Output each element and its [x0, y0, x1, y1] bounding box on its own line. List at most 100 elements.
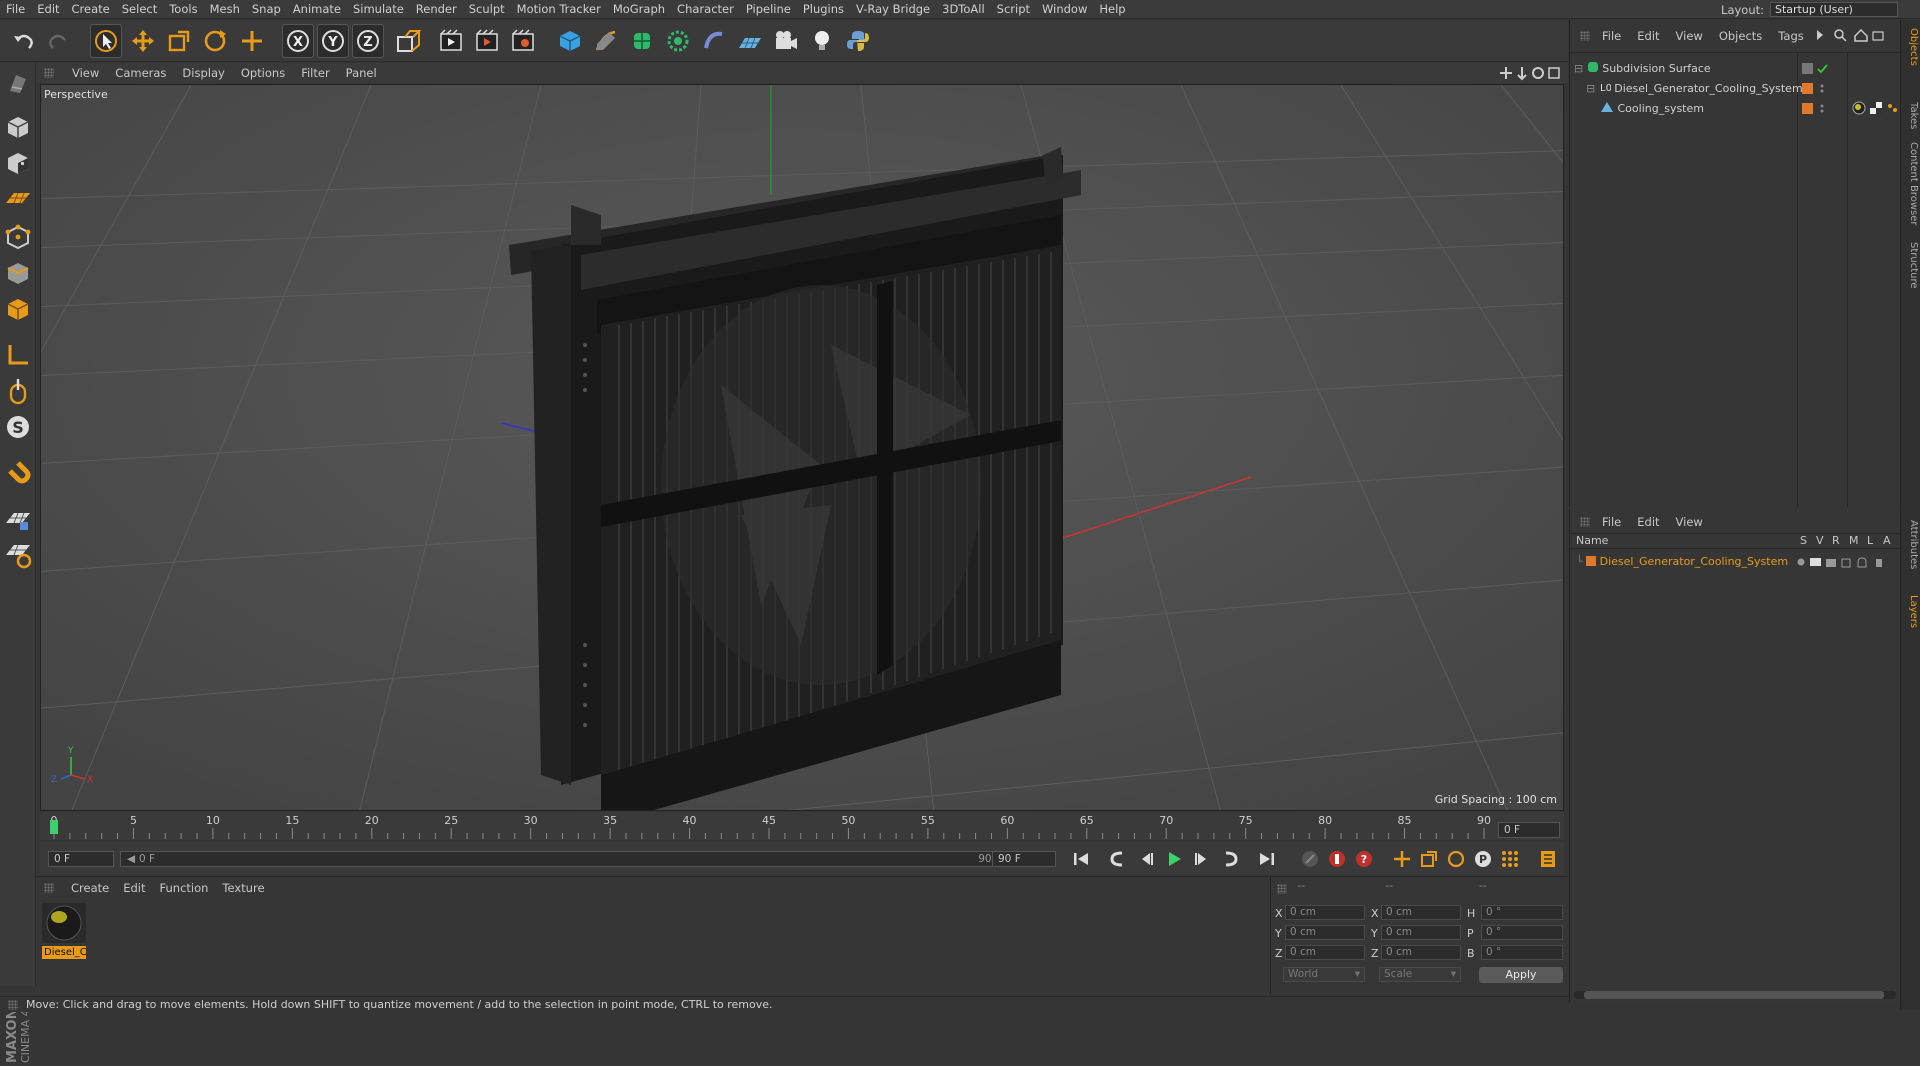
- frame-range-slider[interactable]: ◀ 0 F 90 F ▶: [120, 851, 1020, 867]
- coord-size-x-field[interactable]: 0 cm: [1381, 905, 1461, 920]
- select-arrow-icon[interactable]: [90, 24, 122, 58]
- panel-grip[interactable]: [1580, 517, 1590, 527]
- cooling-system-model[interactable]: [509, 147, 1081, 811]
- coord-size-y-field[interactable]: 0 cm: [1381, 925, 1461, 940]
- coord-rot-h-field[interactable]: 0 °: [1481, 905, 1563, 920]
- scale-icon[interactable]: [163, 24, 195, 58]
- z-axis-icon[interactable]: Z: [352, 24, 384, 58]
- axis-mode-icon[interactable]: [2, 339, 34, 371]
- rotate-icon[interactable]: [199, 24, 231, 58]
- panel-grip[interactable]: [1580, 31, 1590, 41]
- next-frame-icon[interactable]: [1190, 847, 1214, 871]
- x-axis-icon[interactable]: X: [282, 24, 314, 58]
- move-icon[interactable]: [127, 24, 159, 58]
- size-mode-dropdown[interactable]: Scale ▾: [1379, 967, 1461, 982]
- start-frame-field[interactable]: 0 F: [48, 851, 114, 867]
- add-icon[interactable]: [236, 24, 268, 58]
- viewport-menu-options[interactable]: Options: [233, 63, 293, 83]
- light-icon[interactable]: [806, 24, 838, 58]
- texture-mode-icon[interactable]: [2, 147, 34, 179]
- material-tags[interactable]: [1852, 101, 1900, 118]
- objmgr-menu-edit[interactable]: Edit: [1629, 29, 1667, 43]
- object-row-subdivision-surface[interactable]: ⊟ Subdivision Surface: [1574, 60, 1711, 78]
- menu-mograph[interactable]: MoGraph: [607, 0, 671, 19]
- menu-sculpt[interactable]: Sculpt: [463, 0, 511, 19]
- edges-mode-icon[interactable]: [2, 257, 34, 289]
- y-axis-icon[interactable]: Y: [317, 24, 349, 58]
- menu-vray-bridge[interactable]: V-Ray Bridge: [850, 0, 936, 19]
- menu-character[interactable]: Character: [671, 0, 740, 19]
- menu-mesh[interactable]: Mesh: [204, 0, 246, 19]
- cube-icon[interactable]: [554, 24, 586, 58]
- menu-motion-tracker[interactable]: Motion Tracker: [511, 0, 607, 19]
- menu-snap[interactable]: Snap: [246, 0, 287, 19]
- floor-icon[interactable]: [734, 24, 766, 58]
- menu-create[interactable]: Create: [66, 0, 116, 19]
- material-swatch[interactable]: Diesel_C: [42, 903, 86, 959]
- magnet-icon[interactable]: [2, 459, 34, 491]
- render-picture-viewer-icon[interactable]: [471, 24, 503, 58]
- menu-3dtoall[interactable]: 3DToAll: [936, 0, 991, 19]
- panel-grip[interactable]: [8, 1000, 18, 1010]
- objmgr-menu-tags[interactable]: Tags: [1770, 29, 1811, 43]
- pen-icon[interactable]: [590, 24, 622, 58]
- menu-window[interactable]: Window: [1036, 0, 1093, 19]
- layer-toggle-icons[interactable]: [1796, 556, 1898, 568]
- diesel-generator-layer-tag[interactable]: [1802, 83, 1832, 98]
- timeline-ruler[interactable]: 051015202530354045505560657075808590 0 F: [40, 812, 1564, 840]
- matmgr-menu-texture[interactable]: Texture: [215, 881, 271, 895]
- panel-grip[interactable]: [44, 68, 54, 78]
- cooling-system-layer-tag[interactable]: [1802, 103, 1832, 118]
- coord-pos-x-field[interactable]: 0 cm: [1285, 905, 1365, 920]
- viewport-menu-filter[interactable]: Filter: [293, 63, 337, 83]
- coord-rot-p-field[interactable]: 0 °: [1481, 925, 1563, 940]
- end-frame-field[interactable]: 90 F: [992, 851, 1056, 867]
- menu-simulate[interactable]: Simulate: [347, 0, 410, 19]
- snapping-icon[interactable]: S: [2, 411, 34, 443]
- go-to-end-icon[interactable]: [1255, 847, 1279, 871]
- menu-file[interactable]: File: [0, 0, 31, 19]
- tab-structure[interactable]: Structure: [1903, 242, 1919, 289]
- tab-objects[interactable]: Objects: [1903, 28, 1919, 66]
- undo-icon[interactable]: [8, 24, 40, 58]
- render-view-icon[interactable]: [435, 24, 467, 58]
- layer-horizontal-scrollbar[interactable]: [1574, 991, 1896, 999]
- coord-rot-b-field[interactable]: 0 °: [1481, 945, 1563, 960]
- tab-takes[interactable]: Takes: [1903, 102, 1919, 129]
- coord-pos-z-field[interactable]: 0 cm: [1285, 945, 1365, 960]
- record-keyframe-icon[interactable]: [1325, 847, 1349, 871]
- key-rotation-icon[interactable]: [1444, 847, 1468, 871]
- autokey-icon[interactable]: ?: [1352, 847, 1376, 871]
- viewport-navigation-icons[interactable]: [1498, 65, 1562, 81]
- tweak-mode-icon[interactable]: [2, 375, 34, 407]
- viewport-menu-panel[interactable]: Panel: [338, 63, 385, 83]
- camera-icon[interactable]: [770, 24, 802, 58]
- workplane-icon[interactable]: [2, 183, 34, 215]
- menu-edit[interactable]: Edit: [31, 0, 65, 19]
- subdivision-icon[interactable]: [626, 24, 658, 58]
- objmgr-menu-file[interactable]: File: [1594, 29, 1629, 43]
- coord-pos-y-field[interactable]: 0 cm: [1285, 925, 1365, 940]
- objmgr-toolbar-icons[interactable]: [1815, 28, 1891, 42]
- coordinate-mode-dropdown[interactable]: World ▾: [1283, 967, 1365, 982]
- layer-color-swatch[interactable]: [1586, 556, 1597, 566]
- key-pla-icon[interactable]: [1498, 847, 1522, 871]
- python-icon[interactable]: [842, 24, 874, 58]
- points-mode-icon[interactable]: [2, 221, 34, 253]
- objmgr-menu-objects[interactable]: Objects: [1711, 29, 1770, 43]
- tab-layers[interactable]: Layers: [1903, 595, 1919, 628]
- deformer-icon[interactable]: [698, 24, 730, 58]
- viewport-menu-view[interactable]: View: [64, 63, 107, 83]
- menu-pipeline[interactable]: Pipeline: [740, 0, 797, 19]
- layermgr-menu-view[interactable]: View: [1668, 515, 1711, 529]
- apply-button[interactable]: Apply: [1479, 967, 1563, 983]
- panel-grip[interactable]: [1277, 884, 1287, 894]
- menu-select[interactable]: Select: [116, 0, 163, 19]
- object-row-diesel-generator[interactable]: ⊟ L0 Diesel_Generator_Cooling_System: [1586, 80, 1803, 98]
- object-row-cooling-system[interactable]: Cooling_system: [1600, 100, 1704, 118]
- menu-help[interactable]: Help: [1093, 0, 1131, 19]
- play-icon[interactable]: [1162, 847, 1186, 871]
- menu-render[interactable]: Render: [410, 0, 463, 19]
- menu-plugins[interactable]: Plugins: [797, 0, 850, 19]
- panel-grip[interactable]: [44, 883, 54, 893]
